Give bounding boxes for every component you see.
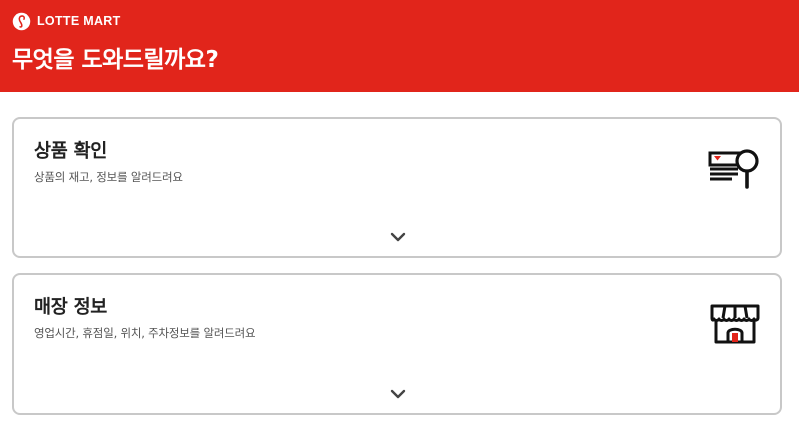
card-description: 영업시간, 휴점일, 위치, 주차정보를 알려드려요	[34, 326, 256, 340]
chevron-down-icon[interactable]	[389, 231, 407, 243]
app-header: LOTTE MART 무엇을 도와드릴까요?	[0, 0, 799, 92]
card-description: 상품의 재고, 정보를 알려드려요	[34, 170, 183, 184]
page-title: 무엇을 도와드릴까요?	[12, 47, 219, 73]
product-search-icon	[708, 149, 759, 189]
card-title: 매장 정보	[34, 297, 108, 318]
card-title: 상품 확인	[34, 141, 108, 162]
chevron-down-icon[interactable]	[389, 388, 407, 400]
store-info-card[interactable]: 매장 정보 영업시간, 휴점일, 위치, 주차정보를 알려드려요	[12, 273, 782, 415]
product-check-card[interactable]: 상품 확인 상품의 재고, 정보를 알려드려요	[12, 117, 782, 258]
brand-name: LOTTE MART	[37, 14, 121, 28]
brand[interactable]: LOTTE MART	[12, 11, 121, 31]
lotte-logo-icon	[12, 12, 31, 30]
store-icon	[710, 304, 760, 344]
